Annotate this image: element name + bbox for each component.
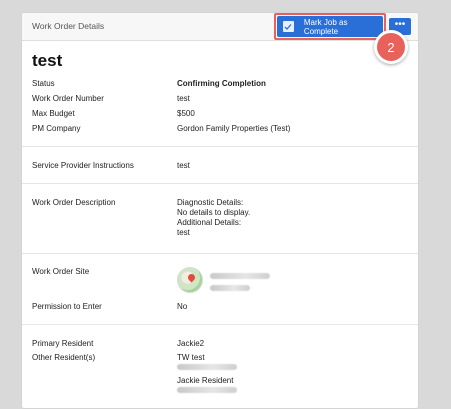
field-label: Permission to Enter: [32, 302, 102, 311]
site-address-redacted: [210, 272, 270, 294]
description-line: test: [177, 228, 190, 237]
section-divider: [22, 253, 418, 254]
checkbox-icon: [283, 21, 294, 32]
work-order-details-card: Work Order Details Mark Job as Complete …: [21, 12, 419, 409]
work-order-title: test: [32, 51, 63, 70]
description-line: Additional Details:: [177, 218, 242, 227]
field-label: Work Order Description: [32, 198, 116, 207]
resident-name: TW test: [177, 353, 205, 362]
field-label: Other Resident(s): [32, 353, 96, 362]
map-pin-icon[interactable]: [177, 267, 203, 293]
section-divider: [22, 146, 418, 147]
resident-phone-redacted: [177, 363, 387, 372]
field-value-max-budget: $500: [177, 109, 195, 118]
field-label: Max Budget: [32, 109, 75, 118]
card-header: Work Order Details Mark Job as Complete …: [22, 13, 418, 41]
field-label: Status: [32, 79, 55, 88]
field-value-status: Confirming Completion: [177, 79, 266, 88]
field-label: Work Order Number: [32, 94, 104, 103]
resident-phone-redacted: [177, 386, 387, 395]
field-value-work-order-number: test: [177, 94, 190, 103]
field-value-instructions: test: [177, 161, 190, 170]
field-label: Primary Resident: [32, 339, 94, 348]
field-value-primary-resident: Jackie2: [177, 339, 205, 348]
tutorial-step-badge: 2: [374, 30, 408, 64]
field-label: Service Provider Instructions: [32, 161, 134, 170]
description-line: Diagnostic Details:: [177, 198, 244, 207]
mark-job-complete-label: Mark Job as Complete: [303, 17, 348, 36]
field-label: Work Order Site: [32, 267, 90, 276]
field-value-other-residents: TW test Jackie Resident: [177, 353, 387, 395]
resident-name: Jackie Resident: [177, 376, 234, 385]
field-label: PM Company: [32, 124, 81, 133]
field-value-permission: No: [177, 302, 188, 311]
description-line: No details to display.: [177, 208, 251, 217]
section-divider: [22, 183, 418, 184]
section-divider: [22, 324, 418, 325]
field-value-description: Diagnostic Details: No details to displa…: [177, 198, 387, 238]
field-value-pm-company: Gordon Family Properties (Test): [177, 124, 291, 133]
card-header-title: Work Order Details: [32, 21, 105, 31]
mark-job-complete-button[interactable]: Mark Job as Complete: [277, 16, 383, 37]
